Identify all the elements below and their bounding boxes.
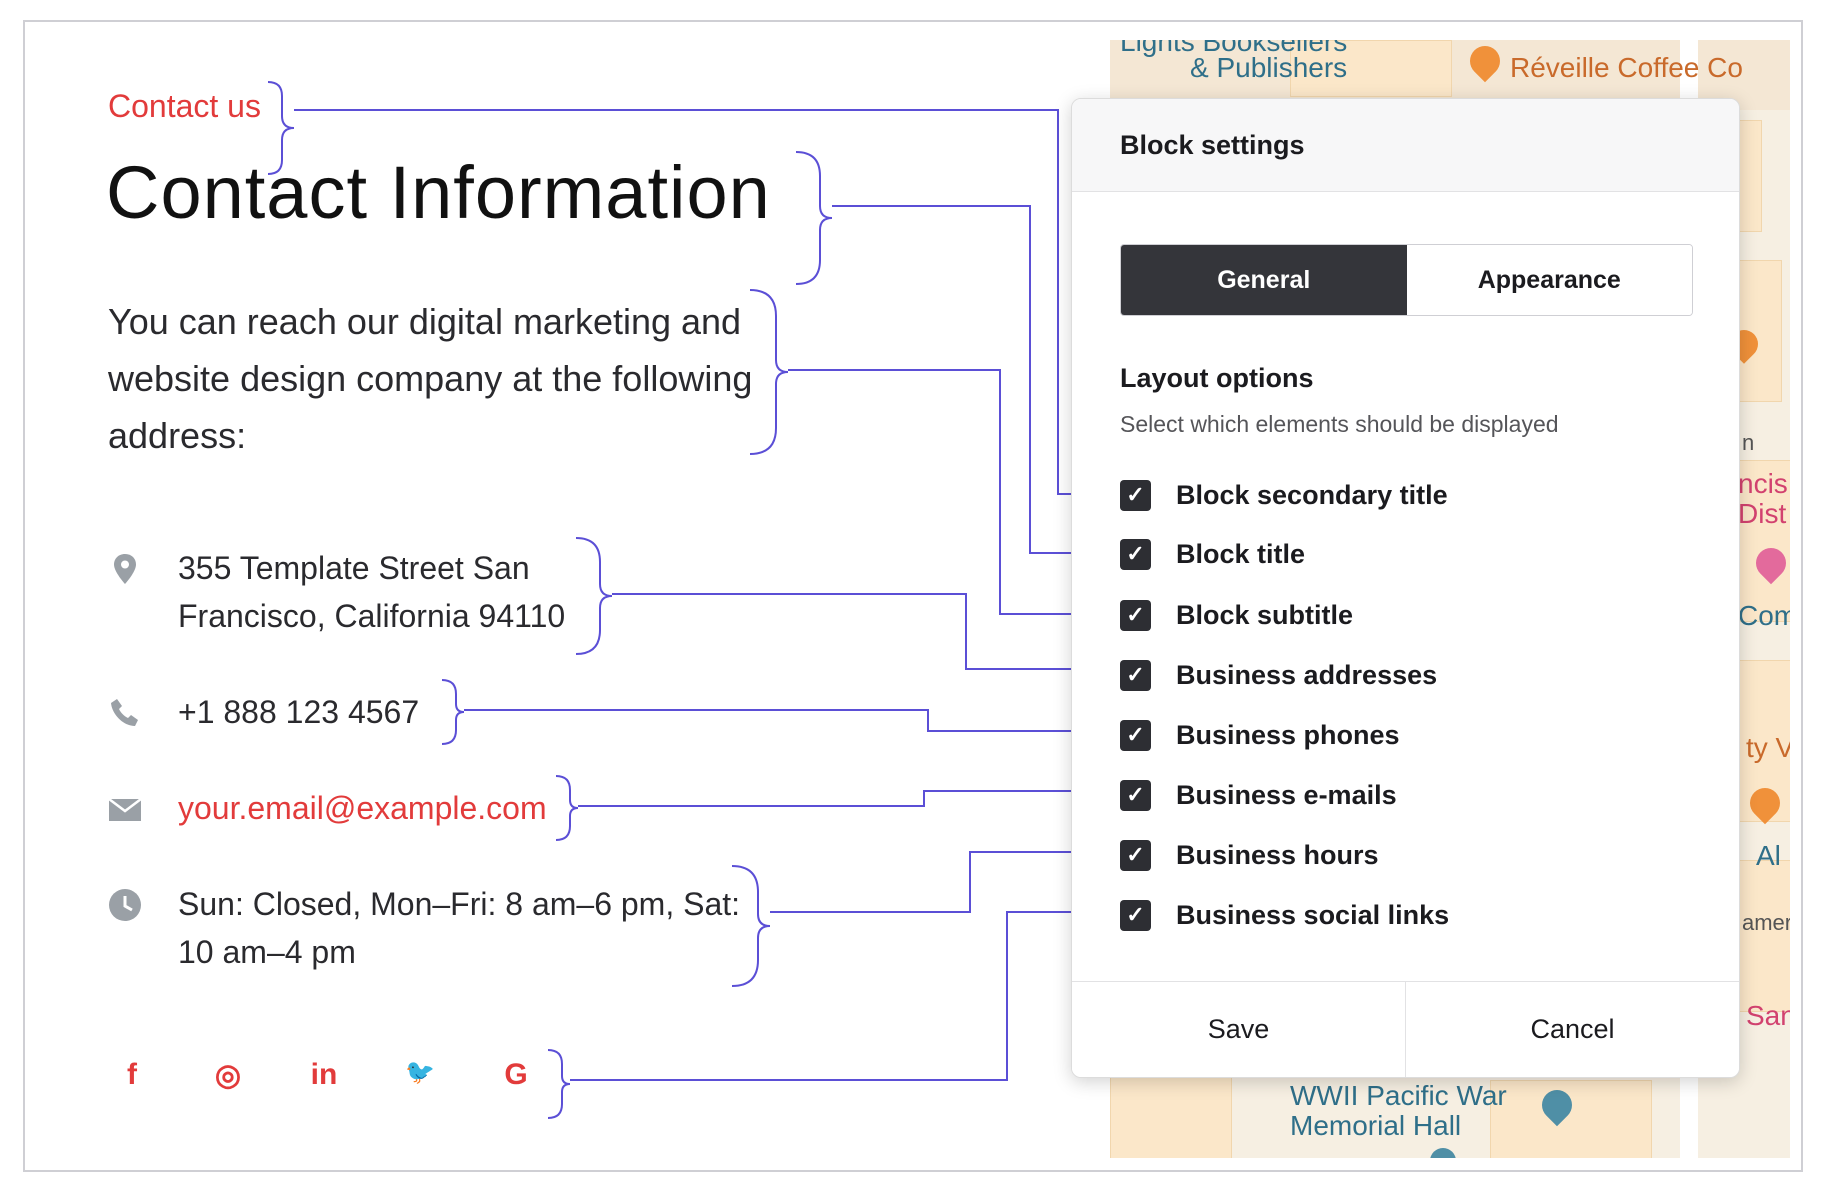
dialog-title: Block settings xyxy=(1072,99,1739,192)
map-label-bookseller-2: & Publishers xyxy=(1190,52,1348,83)
block-title: Contact Information xyxy=(106,151,771,234)
checkbox-checked[interactable]: ✓ xyxy=(1120,839,1151,871)
block-settings-dialog: Block settings General Appearance Layout… xyxy=(1071,98,1740,1078)
address-line: 355 Template Street San xyxy=(178,550,530,586)
option-block-secondary-title[interactable]: ✓ Block secondary title xyxy=(1120,477,1448,513)
option-label: Business social links xyxy=(1176,899,1450,930)
settings-tabs: General Appearance xyxy=(1120,244,1693,316)
map-label-edge-n: n xyxy=(1742,430,1755,455)
option-label: Business addresses xyxy=(1176,659,1438,690)
business-address: 355 Template Street San Francisco, Calif… xyxy=(108,544,565,640)
checkbox-checked[interactable]: ✓ xyxy=(1120,719,1151,751)
address-text: 355 Template Street San Francisco, Calif… xyxy=(178,544,565,640)
block-secondary-title: Contact us xyxy=(108,88,261,124)
hours-text: Sun: Closed, Mon–Fri: 8 am–6 pm, Sat: 10… xyxy=(178,880,740,976)
linkedin-icon[interactable]: in xyxy=(304,1058,344,1092)
map-label-edge: amer xyxy=(1742,910,1790,935)
map-label-memorial: WWII Pacific War xyxy=(1290,1080,1507,1111)
facebook-icon[interactable]: f xyxy=(112,1058,152,1092)
clock-icon xyxy=(108,888,142,922)
option-label: Business phones xyxy=(1176,719,1400,750)
map-label-coffee: Réveille Coffee Co xyxy=(1510,52,1743,83)
block-subtitle: You can reach our digital marketing and … xyxy=(108,293,788,464)
email-link[interactable]: your.email@example.com xyxy=(178,784,547,832)
dialog-footer: Save Cancel xyxy=(1072,981,1739,1077)
option-business-emails[interactable]: ✓ Business e-mails xyxy=(1120,777,1397,813)
map-pin-icon xyxy=(108,552,142,586)
map-label-memorial-2: Memorial Hall xyxy=(1290,1110,1462,1141)
save-button[interactable]: Save xyxy=(1072,982,1405,1077)
option-label: Block subtitle xyxy=(1176,599,1354,630)
business-phone: +1 888 123 4567 xyxy=(108,688,419,736)
option-business-phones[interactable]: ✓ Business phones xyxy=(1120,717,1400,753)
checkbox-checked[interactable]: ✓ xyxy=(1120,899,1151,931)
cancel-button[interactable]: Cancel xyxy=(1405,982,1739,1077)
option-business-hours[interactable]: ✓ Business hours xyxy=(1120,837,1379,873)
map-label-edge: ncis xyxy=(1738,468,1788,499)
envelope-icon xyxy=(108,792,142,826)
map-label-edge: San xyxy=(1746,1000,1790,1031)
option-label: Business e-mails xyxy=(1176,779,1397,810)
option-block-subtitle[interactable]: ✓ Block subtitle xyxy=(1120,597,1353,633)
checkbox-checked[interactable]: ✓ xyxy=(1120,479,1151,511)
map-label-edge: ty V xyxy=(1746,732,1790,763)
google-icon[interactable]: G xyxy=(496,1058,536,1092)
layout-options-title: Layout options xyxy=(1120,363,1314,393)
address-line: Francisco, California 94110 xyxy=(178,598,566,634)
tab-general[interactable]: General xyxy=(1121,245,1407,315)
hours-line: 10 am–4 pm xyxy=(178,934,356,970)
checkbox-checked[interactable]: ✓ xyxy=(1120,659,1151,691)
checkbox-checked[interactable]: ✓ xyxy=(1120,599,1151,631)
business-hours: Sun: Closed, Mon–Fri: 8 am–6 pm, Sat: 10… xyxy=(108,880,740,976)
checkbox-checked[interactable]: ✓ xyxy=(1120,779,1151,811)
phone-icon xyxy=(108,696,142,730)
instagram-icon[interactable]: ◎ xyxy=(208,1058,248,1093)
twitter-icon[interactable]: 🐦 xyxy=(400,1058,440,1087)
option-business-social-links[interactable]: ✓ Business social links xyxy=(1120,897,1449,933)
map-pin-icon[interactable] xyxy=(1424,1142,1462,1158)
map-label-edge: Al xyxy=(1756,840,1781,871)
business-email: your.email@example.com xyxy=(108,784,547,832)
layout-options-description: Select which elements should be displaye… xyxy=(1120,411,1559,437)
map-label-edge: Dist xyxy=(1738,498,1787,529)
option-business-addresses[interactable]: ✓ Business addresses xyxy=(1120,657,1437,693)
subtitle-line: website design company at the following xyxy=(108,358,753,399)
subtitle-line: address: xyxy=(108,415,247,456)
option-label: Block title xyxy=(1176,538,1306,569)
option-label: Business hours xyxy=(1176,839,1379,870)
option-block-title[interactable]: ✓ Block title xyxy=(1120,536,1305,572)
map-label-edge: Com xyxy=(1738,600,1790,631)
tab-appearance[interactable]: Appearance xyxy=(1406,245,1692,315)
option-label: Block secondary title xyxy=(1176,479,1448,510)
phone-text[interactable]: +1 888 123 4567 xyxy=(178,688,419,736)
checkbox-checked[interactable]: ✓ xyxy=(1120,538,1151,570)
subtitle-line: You can reach our digital marketing and xyxy=(108,301,742,342)
hours-line: Sun: Closed, Mon–Fri: 8 am–6 pm, Sat: xyxy=(178,886,741,922)
